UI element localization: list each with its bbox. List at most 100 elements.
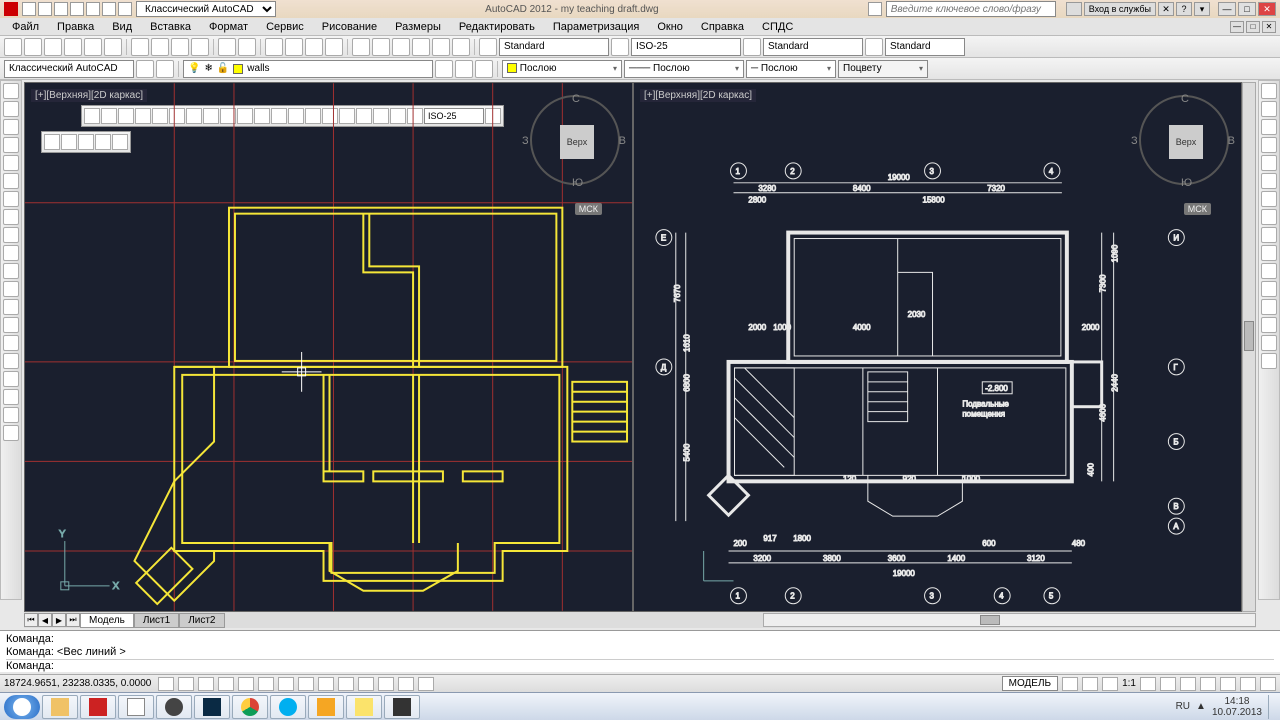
plot-icon[interactable] [64,38,82,56]
qat-saveas-icon[interactable] [70,2,84,16]
menu-view[interactable]: Вид [104,20,140,34]
copy-icon[interactable] [151,38,169,56]
task-chrome[interactable] [232,695,268,719]
anno-scale[interactable]: 1:1 [1122,678,1136,689]
menu-edit[interactable]: Правка [49,20,102,34]
copy-mod-icon[interactable] [1261,101,1277,117]
rect-icon[interactable] [3,155,19,171]
laymatch-icon[interactable] [455,60,473,78]
ellipsearc-icon[interactable] [3,263,19,279]
save-icon[interactable] [44,38,62,56]
ucs-label-right[interactable]: МСК [1184,203,1211,215]
layerprev-icon[interactable] [156,60,174,78]
region-icon[interactable] [3,371,19,387]
ucs-label-left[interactable]: МСК [575,203,602,215]
stretch-icon[interactable] [1261,227,1277,243]
task-app2[interactable] [308,695,344,719]
qat-open-icon[interactable] [38,2,52,16]
redo-icon[interactable] [238,38,256,56]
point-icon[interactable] [3,317,19,333]
textstyle-combo[interactable]: Standard [499,38,609,56]
revcloud-icon[interactable] [3,209,19,225]
tab-model[interactable]: Модель [80,613,134,628]
block-icon[interactable] [3,299,19,315]
3dosnap-toggle[interactable] [258,677,274,691]
fillet-icon[interactable] [1261,335,1277,351]
app-logo[interactable] [4,2,18,16]
tab-sheet1[interactable]: Лист1 [134,613,179,628]
ducs-toggle[interactable] [298,677,314,691]
help-icon[interactable]: ? [1176,2,1192,16]
qat-undo-icon[interactable] [102,2,116,16]
polygon-icon[interactable] [3,137,19,153]
preview-icon[interactable] [84,38,102,56]
x-icon[interactable]: ✕ [1158,2,1174,16]
ws-combo-2[interactable]: Классический AutoCAD [4,60,134,78]
paste-icon[interactable] [171,38,189,56]
rotate-icon[interactable] [1261,191,1277,207]
viewport-left[interactable]: [+][Верхняя][2D каркас] ISO-25 [24,82,633,612]
otrack-toggle[interactable] [278,677,294,691]
array-icon[interactable] [1261,155,1277,171]
scale-icon[interactable] [1261,209,1277,225]
spline-icon[interactable] [3,227,19,243]
open-icon[interactable] [24,38,42,56]
search-input[interactable] [886,1,1056,17]
tab-last[interactable]: ⏭ [66,613,80,627]
table-icon[interactable] [3,389,19,405]
task-explorer[interactable] [42,695,78,719]
space-toggle[interactable]: МОДЕЛЬ [1002,676,1058,691]
tray-clock[interactable]: 14:1810.07.2013 [1212,696,1262,718]
qcalc-icon[interactable] [452,38,470,56]
menu-spds[interactable]: СПДС [754,20,801,34]
osnap-toggle[interactable] [238,677,254,691]
tab-first[interactable]: ⏮ [24,613,38,627]
tab-prev[interactable]: ◀ [38,613,52,627]
circle-icon[interactable] [3,191,19,207]
mlstyle-combo[interactable]: Standard [885,38,965,56]
clean-icon[interactable] [1260,677,1276,691]
erase-icon[interactable] [1261,83,1277,99]
exchange-icon[interactable] [1066,2,1082,16]
new-icon[interactable] [4,38,22,56]
workspace-select[interactable]: Классический AutoCAD [136,1,276,17]
offset-icon[interactable] [1261,137,1277,153]
coords-display[interactable]: 18724.9651, 23238.0335, 0.0000 [4,678,154,689]
annoscale-icon[interactable] [1102,677,1118,691]
hardware-icon[interactable] [1220,677,1236,691]
matchprop-icon[interactable] [191,38,209,56]
join-icon[interactable] [1261,299,1277,315]
maximize-button[interactable]: □ [1238,2,1256,16]
dimstyle-combo[interactable]: ISO-25 [631,38,741,56]
dyn-toggle[interactable] [318,677,334,691]
annovis-icon[interactable] [1140,677,1156,691]
ltype-combo[interactable]: ─── Послою▾ [624,60,744,78]
move-icon[interactable] [1261,173,1277,189]
doc-restore[interactable]: □ [1246,21,1260,33]
zoomprev-icon[interactable] [305,38,323,56]
task-autocad[interactable] [80,695,116,719]
task-app3[interactable] [346,695,382,719]
tab-next[interactable]: ▶ [52,613,66,627]
properties-icon[interactable] [352,38,370,56]
dcenter-icon[interactable] [372,38,390,56]
start-button[interactable] [4,695,40,719]
dropdown-icon[interactable]: ▾ [1194,2,1210,16]
menu-dims[interactable]: Размеры [387,20,449,34]
lock-ui-icon[interactable] [1200,677,1216,691]
menu-insert[interactable]: Вставка [142,20,199,34]
tpy-toggle[interactable] [358,677,374,691]
dimstyle-icon[interactable] [611,38,629,56]
mlstyle-icon[interactable] [865,38,883,56]
qat-new-icon[interactable] [22,2,36,16]
xline-icon[interactable] [3,101,19,117]
viewcube-right[interactable]: Верх С Ю В З [1139,95,1229,185]
chamfer-icon[interactable] [1261,317,1277,333]
tray-lang[interactable]: RU [1176,701,1190,712]
ellipse-icon[interactable] [3,245,19,261]
login-button[interactable]: Вход в службы [1084,2,1156,16]
menu-tools[interactable]: Сервис [258,20,312,34]
tab-sheet2[interactable]: Лист2 [179,613,224,628]
qat-save-icon[interactable] [54,2,68,16]
isolate-icon[interactable] [1240,677,1256,691]
